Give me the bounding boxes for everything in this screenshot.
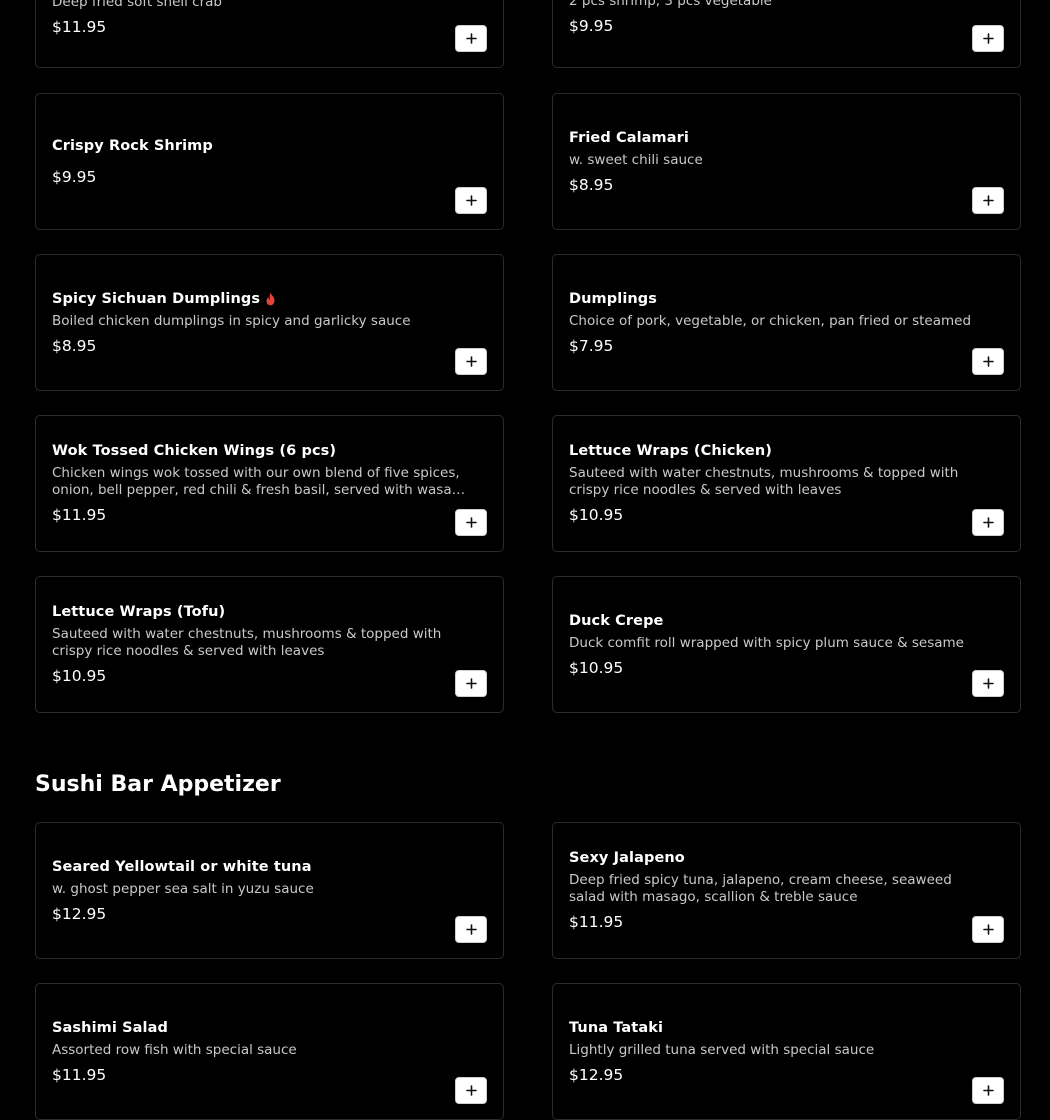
item-price: $9.95 [569, 17, 614, 35]
menu-item-card[interactable]: Lettuce Wraps (Chicken) Sauteed with wat… [552, 415, 1021, 552]
plus-icon [465, 195, 477, 206]
menu-item-card[interactable]: Spicy Sichuan Dumplings Boiled chicken d… [35, 254, 504, 391]
item-description: Assorted row fish with special sauce [52, 1041, 297, 1058]
item-price: $11.95 [52, 506, 107, 524]
plus-icon [982, 356, 994, 367]
item-name: Wok Tossed Chicken Wings (6 pcs) [52, 443, 337, 459]
plus-icon [982, 517, 994, 528]
add-item-button[interactable] [972, 187, 1004, 214]
item-description: Sauteed with water chestnuts, mushrooms … [52, 626, 442, 659]
item-price: $10.95 [569, 506, 624, 524]
item-name: Spicy Sichuan Dumplings [52, 291, 455, 307]
item-price: $9.95 [52, 167, 97, 186]
plus-icon [982, 924, 994, 935]
item-price: $10.95 [52, 667, 107, 685]
menu-item-card[interactable]: Sashimi Salad Assorted row fish with spe… [35, 983, 504, 1120]
menu-item-card[interactable]: Crispy Rock Shrimp $9.95 [35, 93, 504, 230]
add-item-button[interactable] [455, 25, 487, 52]
plus-icon [465, 1085, 477, 1096]
menu-item-card[interactable]: Duck Crepe Duck comfit roll wrapped with… [552, 576, 1021, 713]
item-price: $12.95 [569, 1065, 624, 1084]
item-price: $11.95 [52, 1065, 107, 1084]
item-description: Lightly grilled tuna served with special… [569, 1041, 875, 1058]
menu-item-card[interactable]: Deep fried soft shell crab $11.95 [35, 0, 504, 68]
add-item-button[interactable] [972, 670, 1004, 697]
add-item-button[interactable] [455, 916, 487, 943]
menu-item-card[interactable]: Tuna Tataki Lightly grilled tuna served … [552, 983, 1021, 1120]
plus-icon [465, 678, 477, 689]
item-price: $8.95 [52, 336, 97, 355]
item-price: $12.95 [52, 904, 107, 923]
item-description: Sauteed with water chestnuts, mushrooms … [569, 465, 959, 498]
add-item-button[interactable] [972, 348, 1004, 375]
plus-icon [982, 678, 994, 689]
plus-icon [465, 924, 477, 935]
menu-item-card[interactable]: 2 pcs shrimp, 3 pcs vegetable $9.95 [552, 0, 1021, 68]
item-description: Deep fried spicy tuna, jalapeno, cream c… [569, 872, 952, 905]
item-description: Chicken wings wok tossed with our own bl… [52, 465, 464, 498]
add-item-button[interactable] [972, 1077, 1004, 1104]
menu-item-card[interactable]: Sexy Jalapeno Deep fried spicy tuna, jal… [552, 822, 1021, 959]
menu-item-card[interactable]: Lettuce Wraps (Tofu) Sauteed with water … [35, 576, 504, 713]
item-name: Sashimi Salad [52, 1019, 168, 1036]
item-description: Choice of pork, vegetable, or chicken, p… [569, 312, 972, 329]
item-name: Seared Yellowtail or white tuna [52, 858, 312, 875]
item-price: $7.95 [569, 336, 614, 355]
item-description: 2 pcs shrimp, 3 pcs vegetable [569, 0, 772, 9]
item-name: Tuna Tataki [569, 1019, 664, 1036]
item-name: Sexy Jalapeno [569, 850, 685, 866]
add-item-button[interactable] [455, 670, 487, 697]
menu-item-card[interactable]: Wok Tossed Chicken Wings (6 pcs) Chicken… [35, 415, 504, 552]
add-item-button[interactable] [972, 509, 1004, 536]
item-name: Lettuce Wraps (Tofu) [52, 604, 226, 620]
menu-item-card[interactable]: Seared Yellowtail or white tuna w. ghost… [35, 822, 504, 959]
item-name: Duck Crepe [569, 612, 664, 629]
item-price: $11.95 [569, 913, 624, 931]
item-description: Boiled chicken dumplings in spicy and ga… [52, 312, 411, 329]
item-description: Deep fried soft shell crab [52, 0, 222, 10]
plus-icon [465, 517, 477, 528]
plus-icon [982, 1085, 994, 1096]
plus-icon [465, 33, 477, 44]
item-name: Fried Calamari [569, 129, 689, 146]
item-description: w. ghost pepper sea salt in yuzu sauce [52, 880, 314, 897]
add-item-button[interactable] [972, 25, 1004, 52]
menu-item-card[interactable]: Fried Calamari w. sweet chili sauce $8.9… [552, 93, 1021, 230]
add-item-button[interactable] [455, 509, 487, 536]
item-name: Crispy Rock Shrimp [52, 137, 213, 154]
plus-icon [982, 33, 994, 44]
section-title: Sushi Bar Appetizer [35, 772, 281, 797]
item-description: Duck comfit roll wrapped with spicy plum… [569, 634, 964, 651]
menu-item-card[interactable]: Dumplings Choice of pork, vegetable, or … [552, 254, 1021, 391]
item-price: $8.95 [569, 175, 614, 194]
add-item-button[interactable] [455, 348, 487, 375]
add-item-button[interactable] [455, 1077, 487, 1104]
spicy-flame-icon [265, 292, 276, 306]
add-item-button[interactable] [972, 916, 1004, 943]
plus-icon [465, 356, 477, 367]
add-item-button[interactable] [455, 187, 487, 214]
item-description: w. sweet chili sauce [569, 151, 703, 168]
item-name: Dumplings [569, 290, 658, 307]
item-name: Lettuce Wraps (Chicken) [569, 443, 772, 459]
item-price: $10.95 [569, 658, 624, 677]
item-price: $11.95 [52, 18, 107, 36]
plus-icon [982, 195, 994, 206]
